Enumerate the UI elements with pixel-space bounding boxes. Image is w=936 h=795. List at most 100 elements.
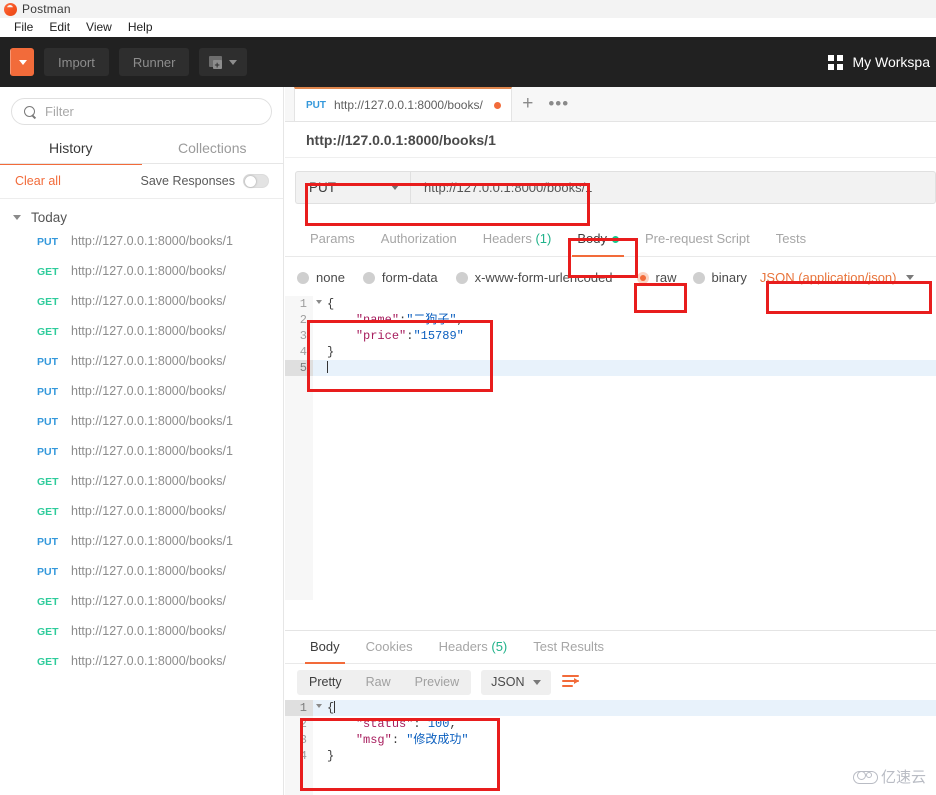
history-item[interactable]: GET http://127.0.0.1:8000/books/ (0, 594, 283, 624)
history-item[interactable]: GET http://127.0.0.1:8000/books/ (0, 654, 283, 684)
request-body-editor[interactable]: 1{2 "name":"二狗子", 3 "price":"15789" 4} 5 (285, 296, 936, 600)
page-title: http://127.0.0.1:8000/books/1 (285, 122, 936, 158)
history-item-url: http://127.0.0.1:8000/books/1 (71, 534, 233, 548)
history-item[interactable]: GET http://127.0.0.1:8000/books/ (0, 294, 283, 324)
response-tab-headers[interactable]: Headers (5) (426, 631, 521, 664)
code-line-empty (285, 472, 936, 488)
import-button[interactable]: Import (44, 48, 109, 76)
request-tab-params[interactable]: Params (297, 221, 368, 257)
code-line-empty (285, 584, 936, 600)
history-item-url: http://127.0.0.1:8000/books/ (71, 474, 226, 488)
line-number-empty (285, 536, 313, 552)
response-format-select[interactable]: JSON (481, 669, 552, 695)
menu-bar: File Edit View Help (0, 18, 936, 37)
history-item[interactable]: GET http://127.0.0.1:8000/books/ (0, 624, 283, 654)
menu-help[interactable]: Help (120, 18, 161, 37)
history-item[interactable]: GET http://127.0.0.1:8000/books/ (0, 504, 283, 534)
url-input[interactable]: http://127.0.0.1:8000/books/1 (410, 170, 936, 204)
history-item[interactable]: PUT http://127.0.0.1:8000/books/1 (0, 444, 283, 474)
history-item[interactable]: GET http://127.0.0.1:8000/books/ (0, 324, 283, 354)
view-mode-pretty[interactable]: Pretty (297, 670, 354, 695)
menu-view[interactable]: View (78, 18, 120, 37)
new-button[interactable]: New (10, 48, 936, 152)
history-item[interactable]: PUT http://127.0.0.1:8000/books/1 (0, 534, 283, 564)
view-mode-raw[interactable]: Raw (354, 670, 403, 695)
body-mode-none[interactable]: none (297, 270, 345, 285)
chevron-down-icon (18, 59, 27, 65)
tab-collections[interactable]: Collections (142, 133, 284, 164)
history-item-url: http://127.0.0.1:8000/books/ (71, 624, 226, 638)
request-tab-strip: PUT http://127.0.0.1:8000/books/ + ••• (285, 87, 936, 122)
code-line-empty (285, 552, 936, 568)
response-tab-test-results[interactable]: Test Results (520, 631, 617, 664)
history-item[interactable]: GET http://127.0.0.1:8000/books/ (0, 474, 283, 504)
history-item[interactable]: PUT http://127.0.0.1:8000/books/ (0, 384, 283, 414)
history-item[interactable]: PUT http://127.0.0.1:8000/books/1 (0, 414, 283, 444)
history-item[interactable]: PUT http://127.0.0.1:8000/books/ (0, 564, 283, 594)
menu-edit[interactable]: Edit (41, 18, 78, 37)
line-number-empty (285, 424, 313, 440)
request-tab-pre-request-script[interactable]: Pre-request Script (632, 221, 763, 257)
request-tab-url: http://127.0.0.1:8000/books/ (334, 98, 483, 112)
view-mode-preview[interactable]: Preview (403, 670, 471, 695)
code-line: 3 "msg": "修改成功" (285, 732, 936, 748)
menu-file[interactable]: File (6, 18, 41, 37)
fold-arrow-icon[interactable] (316, 704, 322, 708)
body-mode-binary[interactable]: binary (692, 270, 747, 285)
save-responses-label: Save Responses (140, 174, 235, 188)
body-mode-urlencoded[interactable]: x-www-form-urlencoded (455, 270, 613, 285)
new-collection-button[interactable]: + (199, 48, 248, 76)
request-code-lines[interactable]: 1{2 "name":"二狗子", 3 "price":"15789" 4} 5 (285, 296, 936, 600)
code-line-empty (285, 568, 936, 584)
workspace-selector[interactable]: My Workspa (828, 37, 936, 87)
code-line: 1{ (285, 296, 936, 312)
clear-all-button[interactable]: Clear all (15, 174, 61, 188)
line-number-empty (285, 392, 313, 408)
tab-history[interactable]: History (0, 133, 142, 165)
request-tab-authorization[interactable]: Authorization (368, 221, 470, 257)
line-number-empty (285, 552, 313, 568)
chevron-down-icon (13, 215, 21, 220)
response-tab-cookies[interactable]: Cookies (353, 631, 426, 664)
code-text: "status": 100, (355, 717, 457, 731)
new-tab-button[interactable]: + (512, 87, 544, 121)
content-type-value: JSON (application/json) (759, 270, 897, 285)
request-tab-tests[interactable]: Tests (763, 221, 819, 257)
save-responses-toggle[interactable] (243, 174, 269, 188)
cloud-icon (852, 770, 878, 784)
method-select[interactable]: PUT (295, 170, 410, 204)
body-mode-raw[interactable]: raw (636, 270, 677, 285)
code-line: 4} (285, 344, 936, 360)
radio-icon (362, 271, 375, 284)
history-item-method: GET (37, 656, 59, 668)
fold-arrow-icon[interactable] (316, 300, 322, 304)
content-type-select[interactable]: JSON (application/json) (757, 268, 921, 287)
history-item-url: http://127.0.0.1:8000/books/ (71, 564, 226, 578)
code-text: { (327, 297, 335, 311)
history-item-method: PUT (37, 386, 58, 398)
save-responses-control[interactable]: Save Responses (140, 174, 269, 188)
search-input[interactable]: Filter (11, 98, 272, 125)
history-item-method: PUT (37, 356, 58, 368)
body-mode-form-data[interactable]: form-data (362, 270, 438, 285)
new-button-dropdown[interactable] (10, 48, 34, 76)
tab-label: Body (577, 230, 607, 246)
history-item[interactable]: GET http://127.0.0.1:8000/books/ (0, 264, 283, 294)
history-item[interactable]: PUT http://127.0.0.1:8000/books/ (0, 354, 283, 384)
request-tab-headers[interactable]: Headers (1) (470, 221, 565, 257)
history-item[interactable]: PUT http://127.0.0.1:8000/books/1 (0, 234, 283, 264)
response-tab-body[interactable]: Body (297, 631, 353, 664)
code-text-empty (313, 440, 334, 456)
request-tab-body[interactable]: Body (564, 221, 632, 257)
tab-label: Tests (775, 230, 807, 246)
request-tab[interactable]: PUT http://127.0.0.1:8000/books/ (294, 87, 512, 121)
history-list: PUT http://127.0.0.1:8000/books/1 GET http:… (0, 234, 283, 684)
word-wrap-icon[interactable] (561, 672, 581, 692)
history-group-today[interactable]: Today (0, 199, 283, 234)
code-line-empty (285, 488, 936, 504)
code-text: "name":"二狗子", (355, 313, 464, 327)
line-number: 3 (285, 732, 313, 748)
runner-button[interactable]: Runner (118, 48, 190, 76)
tab-options-button[interactable]: ••• (544, 87, 574, 121)
line-number-empty (285, 780, 313, 795)
